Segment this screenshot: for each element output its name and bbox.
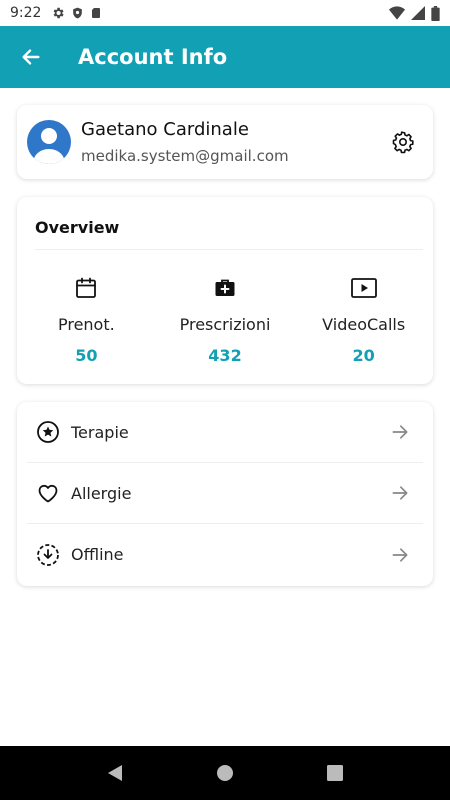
menu-item-terapie[interactable]: Terapie (27, 402, 423, 463)
home-circle-icon (217, 765, 233, 781)
sd-card-icon (92, 8, 101, 18)
gear-icon (392, 131, 414, 154)
system-nav-bar (0, 746, 450, 800)
arrow-left-icon (22, 49, 40, 65)
stat-value: 432 (208, 346, 242, 365)
nav-recents-button[interactable] (315, 753, 355, 793)
profile-name: Gaetano Cardinale (81, 119, 249, 140)
stat-label: VideoCalls (322, 315, 406, 334)
menu-item-allergie[interactable]: Allergie (27, 463, 423, 524)
divider (35, 249, 423, 250)
overview-card: Overview Prenot. 50 Prescrizioni 432 Vid… (17, 197, 433, 384)
menu-item-offline[interactable]: Offline (27, 524, 423, 585)
settings-button[interactable] (389, 128, 417, 156)
gear-icon (54, 7, 65, 19)
stat-label: Prescrizioni (179, 315, 271, 334)
stat-prescrizioni[interactable]: Prescrizioni 432 (156, 275, 295, 365)
signal-icon (411, 6, 425, 20)
medical-kit-icon (215, 279, 235, 296)
stat-value: 50 (75, 346, 98, 365)
nav-back-button[interactable] (95, 753, 135, 793)
nav-home-button[interactable] (205, 753, 245, 793)
stat-label: Prenot. (57, 315, 115, 334)
heart-icon (38, 484, 58, 503)
app-bar: Account Info (0, 26, 450, 88)
status-time: 9:22 (10, 5, 42, 21)
back-triangle-icon (108, 765, 122, 781)
star-circle-icon (37, 421, 59, 443)
back-button[interactable] (0, 26, 62, 88)
profile-email: medika.system@gmail.com (81, 147, 289, 165)
stat-prenotazioni[interactable]: Prenot. 50 (17, 275, 156, 365)
page-title: Account Info (78, 45, 228, 69)
arrow-right-icon (392, 486, 408, 500)
download-circle-icon (37, 543, 59, 566)
stat-videocalls[interactable]: VideoCalls 20 (294, 275, 433, 365)
menu-card: Terapie Allergie Offline (17, 402, 433, 586)
menu-label: Allergie (71, 483, 132, 503)
arrow-right-icon (392, 425, 408, 439)
video-play-icon (350, 278, 377, 298)
calendar-icon (76, 277, 97, 298)
overview-title: Overview (35, 218, 120, 237)
shield-icon (73, 7, 83, 19)
menu-label: Terapie (71, 422, 129, 442)
recents-square-icon (327, 765, 343, 781)
wifi-icon (389, 6, 405, 20)
menu-label: Offline (71, 545, 124, 564)
profile-card: Gaetano Cardinale medika.system@gmail.co… (17, 105, 433, 179)
stat-value: 20 (352, 346, 375, 365)
user-icon (33, 128, 65, 164)
arrow-right-icon (392, 547, 408, 562)
stats-row: Prenot. 50 Prescrizioni 432 VideoCalls 2… (17, 275, 433, 365)
avatar (27, 120, 71, 164)
status-bar: 9:22 (0, 0, 450, 26)
battery-icon (431, 5, 440, 21)
